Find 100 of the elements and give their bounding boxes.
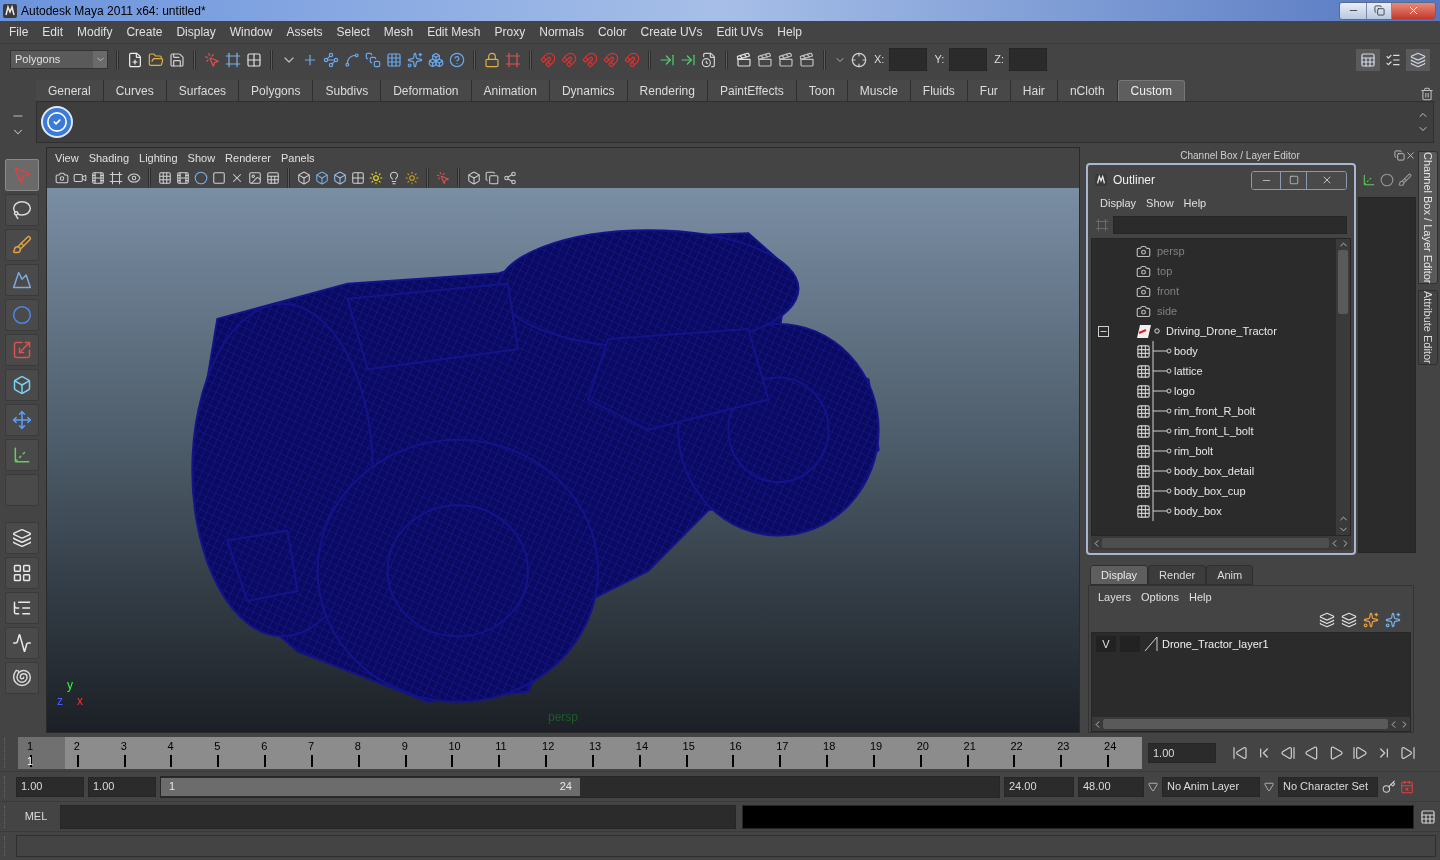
side-tab[interactable]: Attribute Editor	[1418, 290, 1438, 366]
light-icon[interactable]	[387, 171, 401, 185]
menu-item[interactable]: Display	[169, 23, 223, 41]
shelf-tab[interactable]: Dynamics	[549, 80, 628, 101]
layers-down-icon[interactable]	[1341, 612, 1357, 628]
start-time-field[interactable]: 1.00	[16, 776, 84, 797]
clapperboard-icon[interactable]	[736, 51, 752, 68]
camera-icon[interactable]	[55, 171, 69, 185]
tool-button[interactable]	[5, 404, 39, 436]
sun-icon[interactable]	[405, 171, 419, 185]
command-language-label[interactable]: MEL	[18, 808, 54, 825]
menu-item[interactable]: Layers	[1093, 588, 1137, 606]
tool-button[interactable]	[5, 264, 39, 296]
shelf-tab[interactable]: Polygons	[239, 80, 314, 101]
side-tab[interactable]: Channel Box / Layer Editor	[1418, 151, 1438, 285]
menu-item[interactable]: Proxy	[487, 23, 533, 41]
outliner-item[interactable]: side	[1092, 301, 1336, 321]
tool-button[interactable]	[5, 592, 39, 624]
minimize-button[interactable]	[1252, 171, 1280, 189]
shelf-tab[interactable]: Hair	[1010, 80, 1058, 101]
clapperboard-icon[interactable]	[778, 51, 794, 68]
panel-menu-item[interactable]: Show	[182, 149, 221, 167]
crosshair-icon[interactable]	[851, 51, 867, 68]
restore-button[interactable]	[1366, 2, 1391, 19]
layers-up-icon[interactable]	[1319, 612, 1335, 628]
outliner-item[interactable]: body_box_detail	[1092, 461, 1336, 481]
panel-menu-item[interactable]: Shading	[83, 149, 135, 167]
tool-button[interactable]	[5, 439, 39, 471]
cross-icon[interactable]	[230, 171, 244, 185]
outliner-item[interactable]: front	[1092, 281, 1336, 301]
shelf-tab[interactable]: Rendering	[627, 80, 708, 101]
anim-layer-field[interactable]: No Anim Layer	[1162, 776, 1260, 797]
shelf-tab[interactable]: Surfaces	[166, 80, 240, 101]
clapperboard-icon[interactable]	[757, 51, 773, 68]
shelf-tab[interactable]: Subdivs	[313, 80, 382, 101]
select-frame-icon[interactable]	[225, 51, 241, 68]
cube-icon[interactable]	[333, 171, 347, 185]
shelf-tab[interactable]: Muscle	[847, 80, 911, 101]
curve-icon[interactable]	[344, 51, 360, 68]
lock-icon[interactable]	[484, 51, 500, 68]
shaded-cube-icon[interactable]	[315, 171, 329, 185]
coordinate-field[interactable]	[889, 48, 928, 71]
new-file-icon[interactable]	[127, 51, 143, 68]
current-time-field[interactable]: 1.00	[1148, 743, 1216, 763]
key-icon[interactable]	[1382, 779, 1396, 794]
grid-icon[interactable]	[158, 171, 172, 185]
shelf-tab[interactable]: Fur	[967, 80, 1011, 101]
menu-item[interactable]: Help	[1178, 194, 1212, 212]
outliner-item[interactable]: Driving_Drone_Tractor	[1092, 321, 1336, 341]
menu-item[interactable]: Edit UVs	[709, 23, 771, 41]
layer-toggle[interactable]	[1406, 48, 1430, 71]
grid-select-icon[interactable]	[246, 51, 262, 68]
filter-field[interactable]	[1113, 216, 1347, 234]
menu-item[interactable]: Create UVs	[633, 23, 710, 41]
menu-item[interactable]: Display	[1095, 194, 1142, 212]
playback-start-field[interactable]: 1.00	[88, 776, 156, 797]
image-icon[interactable]	[248, 171, 262, 185]
shelf-tab[interactable]: nCloth	[1057, 80, 1118, 101]
outliner-item[interactable]: logo	[1092, 381, 1336, 401]
tool-button[interactable]	[5, 369, 39, 401]
menu-item[interactable]: Edit	[35, 23, 71, 41]
copy-icon[interactable]	[485, 171, 499, 185]
shelf-tab[interactable]: Curves	[103, 80, 167, 101]
clapperboard-icon[interactable]	[799, 51, 815, 68]
cube-icon[interactable]	[467, 171, 481, 185]
grid-icon[interactable]	[386, 51, 402, 68]
menu-item[interactable]: Select	[329, 23, 377, 41]
trash-icon[interactable]	[1420, 87, 1434, 101]
film-icon[interactable]	[91, 171, 105, 185]
save-icon[interactable]	[169, 51, 185, 68]
shelf-tab[interactable]: General	[36, 80, 104, 101]
close-button[interactable]	[1306, 171, 1346, 189]
outliner-item[interactable]: rim_bolt	[1092, 441, 1336, 461]
shelf-tab[interactable]: Fluids	[910, 80, 968, 101]
go-to-start-icon[interactable]	[1232, 745, 1248, 761]
help-icon[interactable]	[449, 51, 465, 68]
mode-dropdown[interactable]: Polygons	[10, 50, 108, 69]
brush-icon[interactable]	[1398, 173, 1412, 187]
menu-item[interactable]: File	[2, 23, 36, 41]
end-time-field[interactable]: 48.00	[1078, 776, 1144, 797]
menu-item[interactable]: Assets	[279, 23, 330, 41]
menu-item[interactable]: Edit Mesh	[420, 23, 488, 41]
folder-icon[interactable]	[148, 51, 164, 68]
coordinate-field[interactable]	[1009, 48, 1047, 71]
minimize-button[interactable]	[1340, 2, 1366, 19]
select-icon[interactable]	[436, 171, 450, 185]
layer-tab[interactable]: Render	[1148, 565, 1207, 585]
waypoints-icon[interactable]	[323, 51, 339, 68]
layer-tab[interactable]: Display	[1090, 565, 1149, 585]
shelf-tab[interactable]: Animation	[471, 80, 550, 101]
sparkles-icon[interactable]	[407, 51, 423, 68]
menu-item[interactable]: Window	[222, 23, 280, 41]
outliner-item[interactable]: rim_front_L_bolt	[1092, 421, 1336, 441]
command-input[interactable]	[60, 804, 736, 829]
range-slider[interactable]: 1 24	[160, 775, 1000, 798]
outliner-item[interactable]: rim_front_R_bolt	[1092, 401, 1336, 421]
shelf-tab[interactable]: Toon	[796, 80, 848, 101]
close-icon[interactable]	[1405, 149, 1416, 161]
tool-button[interactable]	[5, 229, 39, 261]
outliner-item[interactable]: body_box	[1092, 501, 1336, 521]
